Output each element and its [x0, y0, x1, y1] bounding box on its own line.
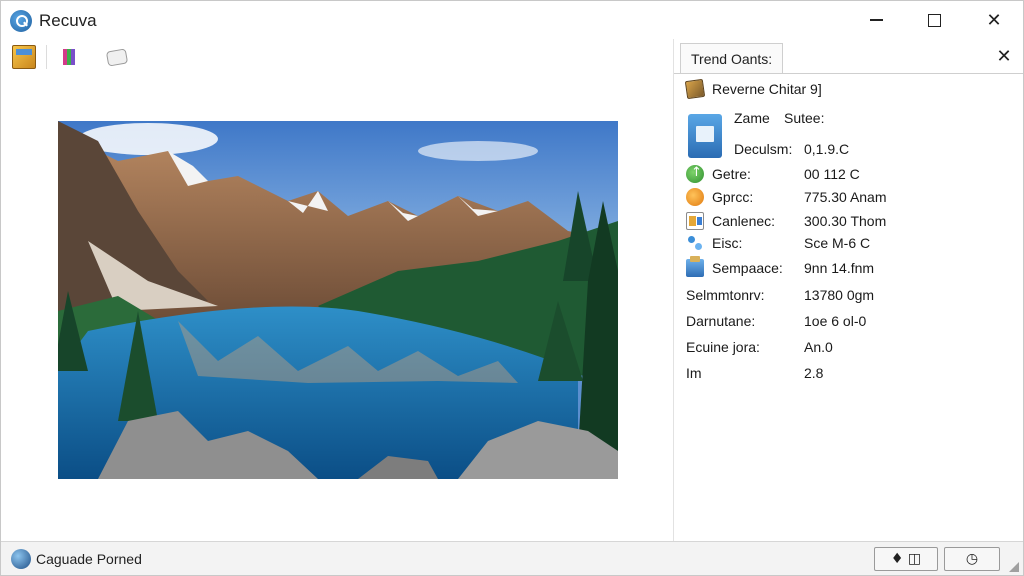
info-label: Eisc: [712, 235, 743, 251]
info-label: Selmmtonrv: [686, 287, 765, 303]
minimize-icon [869, 19, 883, 21]
close-button[interactable]: ✕ [965, 1, 1023, 39]
green-arrow-icon [686, 162, 704, 184]
minimize-button[interactable] [847, 1, 905, 39]
orange-circle-icon [686, 188, 704, 206]
info-value: Sutee: [784, 110, 825, 126]
info-label: Sempaace: [712, 260, 783, 276]
box-icon[interactable] [12, 45, 36, 69]
panel-close-button[interactable]: ✕ [994, 47, 1014, 67]
panel-tab[interactable]: Trend Oants: [680, 43, 784, 73]
window-title: Recuva [39, 11, 97, 30]
preview-area [1, 75, 673, 541]
clock-button[interactable]: ◷ [944, 547, 1000, 571]
info-label: Ecuine jora: [686, 339, 760, 355]
info-label: Getre: [712, 166, 751, 182]
info-label: Zame [734, 110, 770, 126]
info-row: Gprcc: 775.30 Anam [674, 186, 1023, 208]
info-row: Getre: 00 112 C [674, 162, 1023, 185]
status-text: Caguade Porned [36, 551, 142, 567]
title-bar[interactable]: Recuva ✕ [1, 1, 1023, 39]
info-value: 13780 0gm [804, 287, 875, 303]
info-row: Ecuine jora: An.0 [674, 336, 1023, 358]
info-label: Darnutane: [686, 313, 756, 329]
books-icon[interactable] [59, 45, 83, 69]
info-row: Selmmtonrv: 13780 0gm [674, 284, 1023, 306]
panel-header: Reverne Chitar 9] [712, 81, 822, 97]
info-value: 2.8 [804, 365, 824, 381]
info-row: Canlenec: 300.30 Thom [674, 210, 1023, 232]
info-row: Eisc: Sce M-6 C [674, 232, 1023, 254]
info-value: 300.30 Thom [804, 213, 887, 229]
chat-icon[interactable] [105, 45, 129, 69]
app-window: Recuva ✕ Trend Oants: ✕ Reverne Chitar 9… [0, 0, 1024, 576]
info-value: 00 112 C [804, 166, 860, 182]
landscape-image [58, 121, 618, 479]
archive-icon [684, 78, 706, 100]
info-label: Canlenec: [712, 213, 776, 229]
maximize-button[interactable] [905, 1, 963, 39]
resize-grip-icon[interactable] [1007, 560, 1019, 572]
card-icon [686, 212, 704, 230]
info-row: Sempaace: 9nn 14.fnm [674, 256, 1023, 279]
info-row: Darnutane: 1oe 6 ol-0 [674, 310, 1023, 332]
info-value: An.0 [804, 339, 833, 355]
panel-header-row: Reverne Chitar 9] [674, 78, 1023, 100]
info-row: Deculsm: 0,1.9.C [674, 138, 1023, 160]
maximize-icon [927, 13, 941, 27]
info-value: 775.30 Anam [804, 189, 887, 205]
globe-icon [11, 549, 31, 569]
info-panel: Trend Oants: ✕ Reverne Chitar 9] Zame Su… [674, 39, 1023, 541]
package-icon [686, 256, 704, 277]
info-label: Gprcc: [712, 189, 754, 205]
panel-tab-line [674, 73, 1023, 74]
view-toggle-button[interactable]: ♦ ◫ [874, 547, 938, 571]
info-row: Im 2.8 [674, 362, 1023, 384]
info-row: Zame Sutee: [674, 107, 1023, 129]
info-value: 1oe 6 ol-0 [804, 313, 867, 329]
close-icon: ✕ [986, 9, 1002, 31]
close-icon: ✕ [996, 46, 1012, 67]
status-bar: Caguade Porned ♦ ◫ ◷ [1, 541, 1023, 575]
info-value: 9nn 14.fnm [804, 260, 875, 276]
info-value: Sce M-6 C [804, 235, 871, 251]
share-icon [686, 234, 704, 252]
toolbar [1, 39, 673, 75]
info-label: Im [686, 365, 702, 381]
recuva-logo-icon [10, 10, 32, 32]
preview-image [58, 121, 618, 479]
info-value: 0,1.9.C [804, 141, 850, 157]
toolbar-separator [46, 45, 47, 69]
info-label: Deculsm: [734, 141, 793, 157]
